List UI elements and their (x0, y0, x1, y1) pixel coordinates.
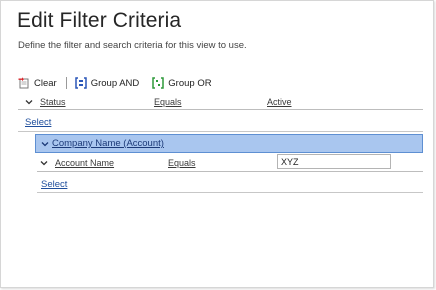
chevron-down-icon[interactable] (40, 139, 50, 149)
filter-operator[interactable]: Equals (154, 97, 182, 107)
clear-icon (18, 77, 29, 89)
group-and-label: Group AND (90, 77, 140, 89)
page-title: Edit Filter Criteria (17, 9, 182, 32)
group-or-button[interactable]: Group OR (152, 77, 212, 89)
divider (37, 192, 423, 193)
group-filter-value-input[interactable] (277, 154, 391, 169)
clear-button[interactable]: Clear (18, 77, 57, 89)
group-or-label: Group OR (168, 77, 212, 89)
group-filter-field[interactable]: Account Name (55, 158, 114, 168)
group-and-button[interactable]: Group AND (74, 77, 140, 89)
group-or-icon (152, 77, 165, 89)
page-subtitle: Define the filter and search criteria fo… (18, 40, 247, 51)
chevron-down-icon[interactable] (39, 158, 49, 168)
related-entity-label[interactable]: Company Name (Account) (52, 138, 164, 149)
dialog-frame: Edit Filter Criteria Define the filter a… (0, 0, 434, 288)
filter-value[interactable]: Active (267, 97, 292, 107)
chevron-down-icon[interactable] (24, 97, 34, 107)
divider (18, 131, 423, 132)
filter-toolbar: Clear Group AND Group OR (18, 75, 212, 91)
group-filter-operator[interactable]: Equals (168, 158, 196, 168)
group-filter-row: Account Name Equals (37, 154, 423, 172)
filter-row: Status Equals Active (18, 94, 423, 110)
filter-field[interactable]: Status (40, 97, 66, 107)
group-and-icon (74, 77, 87, 89)
select-field-link[interactable]: Select (25, 117, 51, 128)
clear-label: Clear (34, 77, 57, 89)
related-entity-group-header[interactable]: Company Name (Account) (35, 134, 423, 153)
group-select-field-link[interactable]: Select (41, 179, 67, 190)
toolbar-divider (65, 77, 67, 89)
